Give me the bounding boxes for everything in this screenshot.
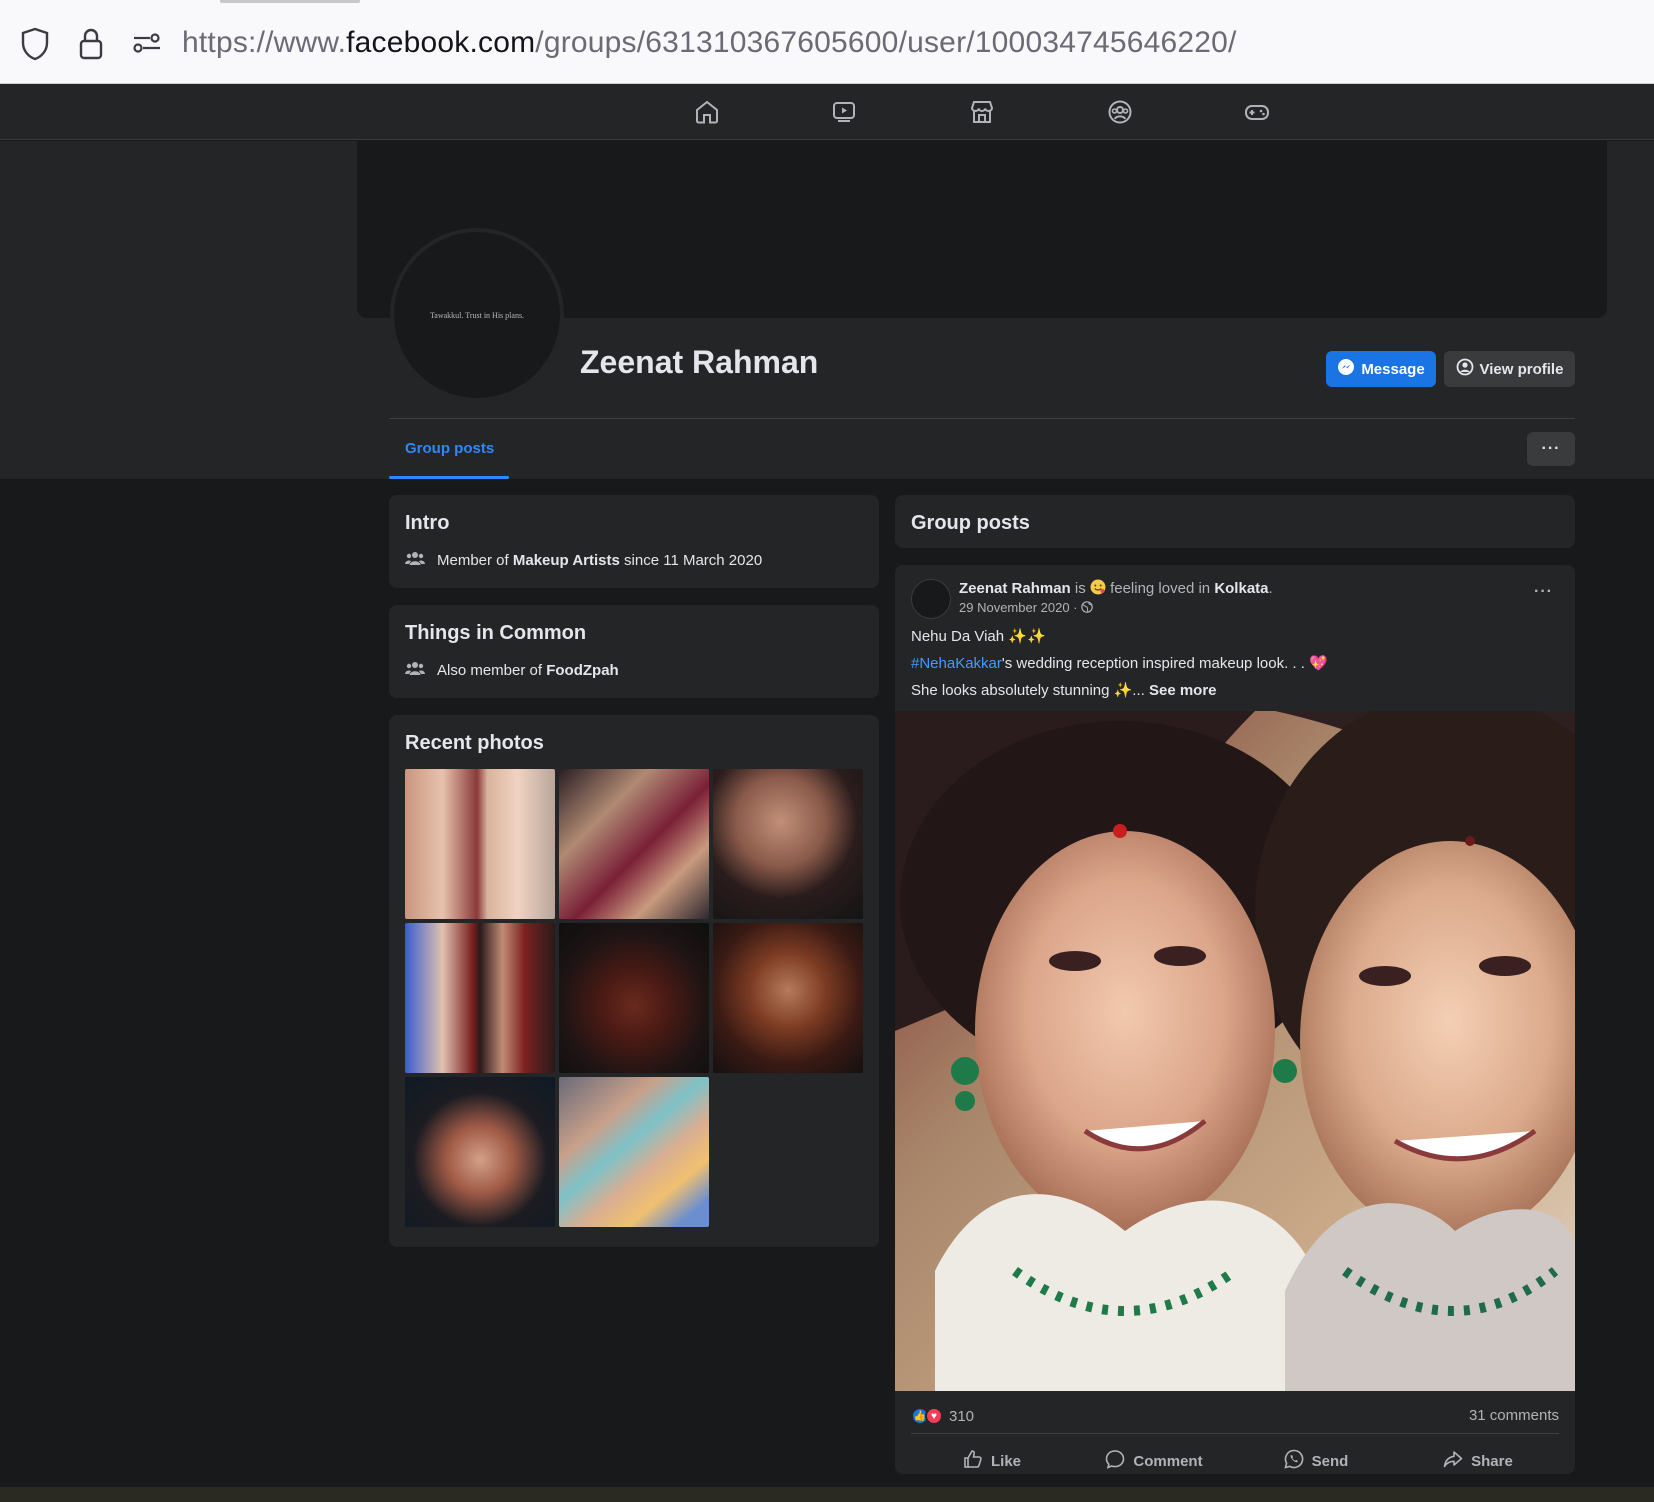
active-tab-indicator [220,0,360,3]
things-in-common-card: Things in Common Also member of FoodZpah [389,605,879,698]
intro-text: Member of Makeup Artists since 11 March … [437,552,762,569]
home-icon[interactable] [689,94,725,130]
view-profile-label: View profile [1479,360,1564,378]
globe-icon [1081,600,1093,615]
messenger-icon [1337,358,1355,380]
bottom-edge [0,1487,1654,1502]
actions-divider [911,1433,1559,1434]
post-author-name[interactable]: Zeenat Rahman [959,580,1071,597]
intro-group-link[interactable]: Makeup Artists [513,552,620,569]
photo-thumbnail[interactable] [405,769,555,919]
comment-button[interactable]: Comment [1073,1441,1235,1474]
tab-group-posts[interactable]: Group posts [405,440,494,457]
photo-thumbnail[interactable] [559,923,709,1073]
see-more-link[interactable]: See more [1149,682,1217,699]
watch-icon[interactable] [826,94,862,130]
avatar[interactable]: Tawakkul. Trust in His plans. [390,228,564,402]
post-meta-line: 29 November 2020 · [959,600,1093,615]
post-period: . [1268,580,1273,597]
photo-thumbnail[interactable] [713,923,863,1073]
recent-photos-title: Recent photos [405,732,544,754]
intro-prefix: Member of [437,551,509,569]
post-date[interactable]: 29 November 2020 · [959,600,1078,615]
active-tab-underline [389,476,509,479]
post-options-button[interactable]: ··· [1534,583,1553,601]
post-text-line-2: #NehaKakkar's wedding reception inspired… [911,654,1328,672]
user-circle-icon [1456,358,1474,380]
share-icon [1443,1449,1463,1473]
post-header-line: Zeenat Rahman is feeling loved in Kolkat… [959,579,1273,597]
url-prefix: https://www. [182,26,347,59]
post-location-link[interactable]: Kolkata [1214,580,1268,597]
post-feeling: feeling loved in [1110,580,1211,597]
also-member-row: Also member of FoodZpah [405,660,619,680]
photo-grid [405,769,863,1227]
groups-icon[interactable] [1102,94,1138,130]
photo-thumbnail[interactable] [405,1077,555,1227]
group-posts-header-card: Group posts [895,495,1575,548]
post-is: is [1074,580,1086,597]
message-button[interactable]: Message [1326,351,1436,387]
share-label: Share [1471,1452,1513,1470]
thumbs-up-icon [963,1449,983,1473]
group-posts-title: Group posts [911,512,1030,534]
common-text: Also member of FoodZpah [437,662,619,679]
more-options-button[interactable]: ··· [1527,432,1575,466]
photo-thumbnail[interactable] [559,1077,709,1227]
like-label: Like [990,1452,1021,1470]
post-text-line-1: Nehu Da Viah ✨✨ [911,628,1046,645]
header-divider [389,418,1575,419]
recent-photos-card: Recent photos [389,715,879,1247]
feeling-loved-icon [1090,579,1110,597]
comment-icon [1105,1449,1125,1473]
comment-label: Comment [1133,1452,1203,1470]
share-button[interactable]: Share [1397,1441,1559,1474]
post-photo[interactable] [895,711,1575,1391]
reactions-summary[interactable]: 👍 ♥ 310 [911,1407,974,1425]
send-label: Send [1311,1452,1349,1470]
send-button[interactable]: Send [1235,1441,1397,1474]
like-button[interactable]: Like [911,1441,1073,1474]
comments-count[interactable]: 31 comments [1469,1407,1559,1424]
browser-address-bar: https://www.facebook.com/groups/63131036… [0,0,1654,84]
marketplace-icon[interactable] [964,94,1000,130]
facebook-top-nav [0,84,1654,140]
whatsapp-icon [1284,1449,1304,1473]
love-reaction-icon: ♥ [925,1407,943,1425]
intro-title: Intro [405,512,450,534]
member-of-row: Member of Makeup Artists since 11 March … [405,550,762,570]
permissions-icon[interactable] [127,24,167,64]
intro-card: Intro Member of Makeup Artists since 11 … [389,495,879,588]
url-field[interactable]: https://www.facebook.com/groups/63131036… [182,26,1237,60]
post-actions: Like Comment Send Share [911,1441,1559,1474]
post-text-line-3-body: She looks absolutely stunning ✨... [911,682,1145,699]
people-icon [405,550,425,570]
people-icon [405,660,425,680]
message-label: Message [1361,360,1425,378]
common-prefix: Also member of [437,661,543,679]
intro-suffix: since 11 March 2020 [624,551,763,569]
photo-thumbnail[interactable] [405,923,555,1073]
post-author-avatar[interactable] [911,579,951,619]
gaming-icon[interactable] [1239,94,1275,130]
common-group-link[interactable]: FoodZpah [546,662,618,679]
photo-thumbnail[interactable] [713,769,863,919]
post-text-line-2-rest: 's wedding reception inspired makeup loo… [1001,655,1328,672]
reactions-count: 310 [949,1407,975,1425]
hashtag-link[interactable]: #NehaKakkar [911,655,1002,672]
profile-name[interactable]: Zeenat Rahman [580,344,818,381]
lock-icon[interactable] [71,24,111,64]
avatar-text: Tawakkul. Trust in His plans. [429,310,525,320]
post-card: Zeenat Rahman is feeling loved in Kolkat… [895,565,1575,1474]
photo-thumbnail[interactable] [559,769,709,919]
url-path: /groups/631310367605600/user/10003474564… [535,26,1237,59]
common-title: Things in Common [405,622,587,644]
view-profile-button[interactable]: View profile [1444,351,1575,387]
post-text-line-3: She looks absolutely stunning ✨... See m… [911,681,1217,699]
shield-icon[interactable] [15,24,55,64]
url-host: facebook.com [346,26,536,59]
